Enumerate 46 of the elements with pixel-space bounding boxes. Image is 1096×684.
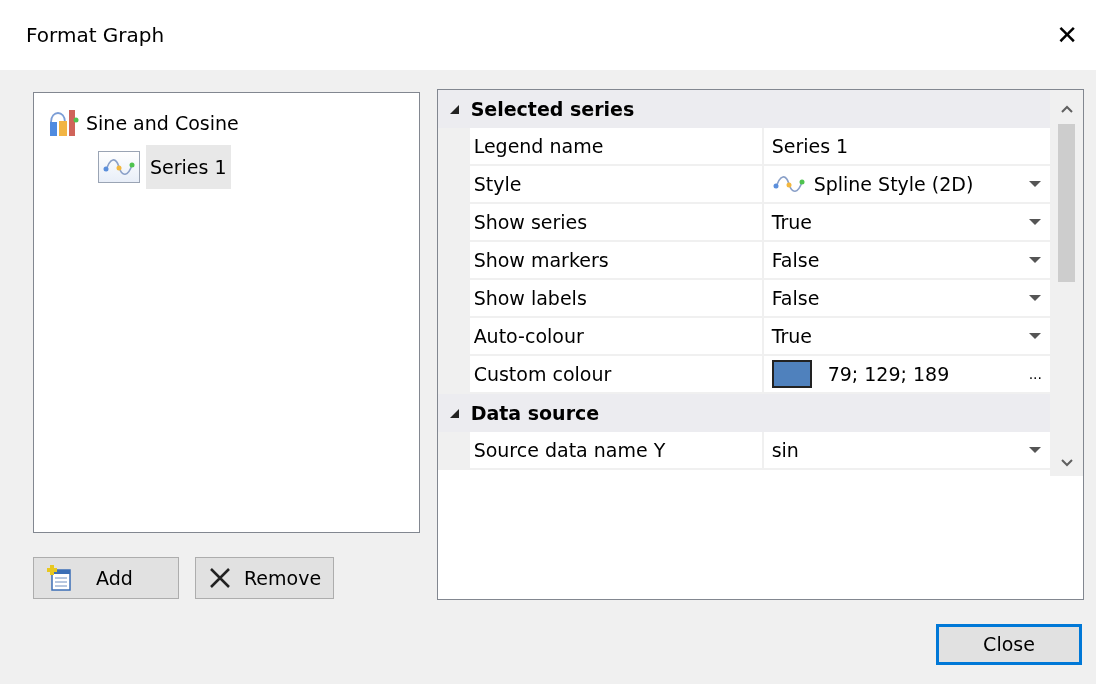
- add-icon: [46, 564, 72, 592]
- chart-icon: [48, 108, 80, 138]
- property-label: Auto-colour: [469, 318, 764, 354]
- value-text: False: [771, 285, 820, 311]
- remove-icon: [208, 566, 232, 590]
- property-value[interactable]: False: [763, 242, 1050, 278]
- property-label: Legend name: [469, 128, 764, 164]
- dropdown-icon: [1028, 218, 1042, 226]
- close-button[interactable]: Close: [936, 624, 1082, 665]
- value-text: Series 1: [771, 133, 849, 159]
- dropdown-icon: [1028, 446, 1042, 454]
- property-value[interactable]: True: [763, 318, 1050, 354]
- dropdown-icon: [1028, 332, 1042, 340]
- scroll-down-icon[interactable]: [1059, 458, 1074, 468]
- value-text: True: [771, 209, 812, 235]
- window-title: Format Graph: [26, 22, 165, 49]
- value-text: sin: [771, 437, 799, 463]
- wave-icon: [98, 151, 140, 183]
- tree-item[interactable]: Sine and Cosine: [86, 108, 239, 138]
- dropdown-icon: [1028, 294, 1042, 302]
- category-header[interactable]: Data source: [470, 398, 600, 428]
- ellipsis-button[interactable]: ...: [1028, 363, 1042, 385]
- button[interactable]: Add: [33, 557, 179, 599]
- property-value[interactable]: True: [763, 204, 1050, 240]
- value-text: Spline Style (2D): [813, 171, 974, 197]
- dropdown-icon: [1028, 180, 1042, 188]
- scrollbar[interactable]: [1050, 90, 1083, 476]
- scroll-up-icon[interactable]: [1059, 104, 1074, 114]
- property-value[interactable]: False: [763, 280, 1050, 316]
- property-label: Custom colour: [469, 356, 764, 392]
- button[interactable]: Remove: [195, 557, 335, 599]
- property-label: Show labels: [469, 280, 764, 316]
- property-value[interactable]: 79; 129; 189 ...: [763, 356, 1050, 392]
- value-text: False: [771, 247, 820, 273]
- value-text: True: [771, 323, 812, 349]
- scroll-thumb[interactable]: [1058, 124, 1075, 282]
- property-label: Source data name Y: [469, 432, 764, 468]
- property-value[interactable]: Series 1: [763, 128, 1050, 164]
- property-value[interactable]: Spline Style (2D): [763, 166, 1050, 202]
- property-label: Show series: [469, 204, 764, 240]
- property-label: Style: [469, 166, 764, 202]
- value-text: 79; 129; 189: [827, 361, 950, 387]
- property-value[interactable]: sin: [763, 432, 1050, 468]
- property-label: Show markers: [469, 242, 764, 278]
- dropdown-icon: [1028, 256, 1042, 264]
- tree-item[interactable]: Series 1: [146, 144, 231, 190]
